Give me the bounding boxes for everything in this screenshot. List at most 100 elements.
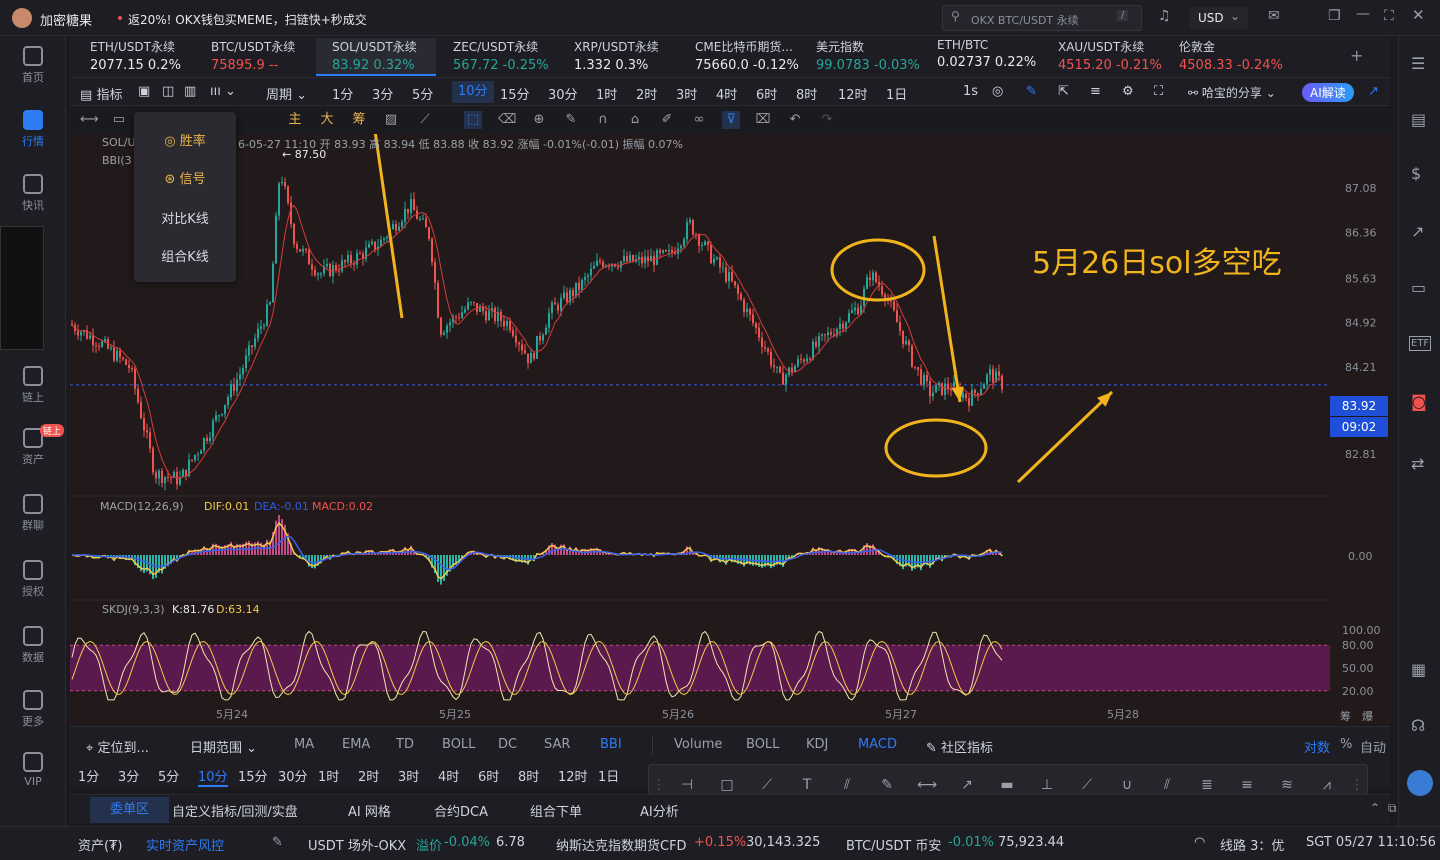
bottom-period-tab[interactable]: 10分 — [198, 766, 228, 787]
order-tab[interactable]: 组合下单 — [530, 801, 582, 820]
order-tab[interactable]: AI 网格 — [348, 801, 391, 820]
kline-chart-svg[interactable]: 87.0886.3685.6384.9284.2183.5182.810.001… — [70, 134, 1390, 724]
ticker-tab[interactable]: BTC/USDT永续 75895.9 -- — [195, 38, 315, 76]
order-tab[interactable]: 委单区 — [90, 797, 170, 823]
order-tab[interactable]: 合约DCA — [434, 801, 488, 820]
period-6[interactable]: 1时 — [596, 84, 617, 103]
promo-banner[interactable]: 返20%! OKX钱包买MEME，扫链快+秒成交 — [128, 11, 367, 28]
exchange-icon[interactable]: ⇄ — [1411, 454, 1424, 473]
wave-tool-icon[interactable]: ≋ — [1277, 775, 1297, 795]
indicator-tab[interactable]: MA — [294, 737, 314, 752]
camera-icon[interactable]: ◎ — [992, 84, 1003, 99]
ticker-tab[interactable]: XAU/USDT永续 4515.20 -0.21% — [1042, 38, 1162, 76]
nav-vip[interactable]: VIP — [0, 752, 66, 788]
assets-label[interactable]: 资产(₮) — [78, 835, 122, 854]
note-tool-icon[interactable]: ✐ — [658, 111, 676, 129]
period-3[interactable]: 10分 — [452, 81, 494, 103]
mail-icon[interactable]: ✉ — [1268, 8, 1280, 24]
bottom-period-tab[interactable]: 6时 — [478, 766, 499, 785]
undo-icon[interactable]: ↶ — [786, 111, 804, 129]
nav-wallet[interactable]: 资产 链上 — [0, 424, 66, 467]
layout-icon[interactable]: ◫ — [162, 84, 174, 99]
percent-toggle[interactable]: % — [1340, 737, 1352, 752]
filter-tool-icon[interactable]: ⊽ — [722, 111, 740, 129]
bottom-period-tab[interactable]: 3分 — [118, 766, 139, 785]
cycle-dropdown[interactable]: 周期 ⌄ — [266, 84, 307, 103]
menu-item-signal[interactable]: ⊛ 信号 — [134, 168, 236, 187]
ticker-tab[interactable]: CME比特币期货... 75660.0 -0.12% — [679, 38, 799, 76]
ticker-tab[interactable]: ETH/USDT永续 2077.15 0.2% — [74, 38, 194, 76]
bottom-period-tab[interactable]: 3时 — [398, 766, 419, 785]
period-4[interactable]: 15分 — [500, 84, 530, 103]
export-icon[interactable]: ⇱ — [1058, 84, 1069, 99]
bottom-period-tab[interactable]: 2时 — [358, 766, 379, 785]
text-tool-icon[interactable]: T — [797, 775, 817, 795]
date-range-dropdown[interactable]: 日期范围 ⌄ — [190, 737, 257, 756]
line-status[interactable]: 线路 3：优 — [1220, 835, 1284, 854]
indicator-tab[interactable]: EMA — [342, 737, 370, 752]
community-indicator-button[interactable]: ✎ 社区指标 — [926, 737, 993, 756]
cursor-tool-icon[interactable]: ⬚ — [464, 111, 482, 129]
indicator-tab[interactable]: DC — [498, 737, 517, 752]
order-tab[interactable]: AI分析 — [640, 801, 679, 820]
main-chart-button[interactable]: 主 — [286, 111, 304, 129]
period-13[interactable]: 1日 — [886, 84, 907, 103]
period-7[interactable]: 2时 — [636, 84, 657, 103]
ticker-tab[interactable]: ETH/BTC 0.02737 0.22% — [921, 38, 1041, 76]
nav-chain[interactable]: 链上 — [0, 366, 66, 405]
indicator-tab[interactable]: BOLL — [746, 737, 779, 752]
settings-list-icon[interactable]: ≡ — [1090, 84, 1101, 99]
calendar-icon[interactable]: ▣ — [138, 84, 150, 99]
app-avatar[interactable] — [12, 8, 32, 28]
menu-item-compare-kline[interactable]: 对比K线 — [134, 208, 236, 227]
chart-thumbnail[interactable] — [0, 226, 44, 350]
layout-icon[interactable]: ▦ — [1411, 660, 1426, 679]
nav-chart-bar[interactable]: 行情 — [0, 110, 66, 149]
search-box[interactable]: ⚲ OKX BTC/USDT 永续 / — [942, 5, 1142, 31]
assistant-icon[interactable] — [1407, 770, 1433, 796]
trend-icon[interactable]: ↗ — [1411, 222, 1424, 241]
window-icon[interactable]: ❐ — [1328, 8, 1341, 24]
ticker-tab[interactable]: SOL/USDT永续 83.92 0.32% — [316, 38, 436, 76]
indicator-tab[interactable]: SAR — [544, 737, 570, 752]
ruler-tool-icon[interactable]: ⟋ — [416, 111, 434, 129]
bottom-period-tab[interactable]: 5分 — [158, 766, 179, 785]
currency-select[interactable]: USD ⌄ — [1190, 7, 1248, 29]
measure-tool-icon[interactable]: ⟷ — [917, 775, 937, 795]
nav-news[interactable]: 快讯 — [0, 174, 66, 213]
period-2[interactable]: 5分 — [412, 84, 433, 103]
curve-tool-icon[interactable]: ∪ — [1117, 775, 1137, 795]
etf-icon[interactable]: ETF — [1409, 336, 1432, 351]
brush-tool-icon[interactable]: ✎ — [562, 111, 580, 129]
bottom-period-tab[interactable]: 1分 — [78, 766, 99, 785]
vline-tool-icon[interactable]: ⊥ — [1037, 775, 1057, 795]
bottom-period-tab[interactable]: 1时 — [318, 766, 339, 785]
risk-control-link[interactable]: 实时资产风控 — [146, 835, 224, 854]
popout-icon[interactable]: ⧉ — [1388, 801, 1397, 816]
ai-analysis-button[interactable]: AI解读 — [1302, 83, 1354, 102]
period-11[interactable]: 8时 — [796, 84, 817, 103]
more-tools-icon[interactable]: ⋮ — [1347, 775, 1367, 795]
arrow-tool-icon[interactable]: ↗ — [957, 775, 977, 795]
lock-tool-icon[interactable]: ⌂ — [626, 111, 644, 129]
edit-icon[interactable]: ✎ — [272, 835, 283, 850]
redo-icon[interactable]: ↷ — [818, 111, 836, 129]
log-scale-toggle[interactable]: 对数 — [1304, 737, 1330, 756]
period-10[interactable]: 6时 — [756, 84, 777, 103]
indicator-tab[interactable]: MACD — [858, 737, 897, 752]
ticker-tab[interactable]: ZEC/USDT永续 567.72 -0.25% — [437, 38, 557, 76]
nav-home[interactable]: 首页 — [0, 46, 66, 85]
period-1[interactable]: 3分 — [372, 84, 393, 103]
bottom-period-tab[interactable]: 15分 — [238, 766, 268, 785]
ruler-icon[interactable]: ▬ — [997, 775, 1017, 795]
expand-panel-icon[interactable]: ⌃ — [1370, 801, 1380, 815]
period-8[interactable]: 3时 — [676, 84, 697, 103]
period-9[interactable]: 4时 — [716, 84, 737, 103]
nav-grid[interactable]: 更多 — [0, 690, 66, 729]
period-0[interactable]: 1分 — [332, 84, 353, 103]
nav-key[interactable]: 授权 — [0, 560, 66, 599]
ticker-tab[interactable]: 伦敦金 4508.33 -0.24% — [1163, 38, 1283, 76]
magnet-tool-icon[interactable]: ∩ — [594, 111, 612, 129]
minimize-icon[interactable]: — — [1356, 6, 1370, 22]
image-tool-icon[interactable]: ▨ — [382, 111, 400, 129]
